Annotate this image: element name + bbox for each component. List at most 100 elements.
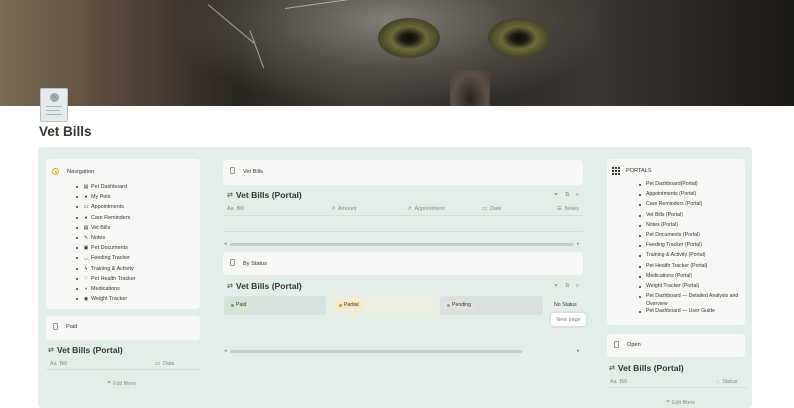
center-db-title[interactable]: ⇄ Vet Bills (Portal): [227, 190, 302, 200]
open-db-title[interactable]: ⇄ Vet Bills (Portal): [609, 363, 684, 373]
health-icon: ♡: [83, 275, 89, 282]
nav-item[interactable]: ♡ Pet Health Tracker: [76, 274, 136, 284]
bullet: [76, 267, 78, 270]
filter-icon[interactable]: ⏷: [554, 192, 558, 199]
portal-item[interactable]: Medications (Portal): [639, 273, 743, 283]
paid-db-title[interactable]: ⇄ Vet Bills (Portal): [48, 345, 123, 355]
column-bill[interactable]: Aa Bill: [610, 379, 627, 385]
portal-item[interactable]: Pet Documents (Portal): [639, 232, 743, 242]
nav-item[interactable]: ● My Pets: [76, 192, 136, 202]
bullet: [639, 285, 641, 288]
portal-item[interactable]: Training & Activity (Portal): [639, 252, 743, 262]
portal-item-label: Notes (Portal): [646, 221, 678, 228]
nav-item-label: Feeding Tracker: [91, 255, 130, 262]
nav-item[interactable]: ▤ Pet Dashboard: [76, 182, 136, 192]
nav-item[interactable]: ▣ Pet Documents: [76, 243, 136, 253]
relation-icon: ↗: [407, 206, 412, 212]
text-property-icon: Aa: [227, 206, 234, 212]
portal-item-label: Training & Activity (Portal): [646, 252, 706, 259]
status-badge: Paid: [227, 301, 251, 309]
portal-item-label: Pet Dashboard(Portal): [646, 181, 698, 187]
pill-icon: ◖: [84, 285, 88, 292]
portal-item-label: Medications (Portal): [646, 272, 693, 279]
nav-item[interactable]: ✎ Notes: [76, 233, 136, 243]
document-icon: [230, 167, 235, 174]
nav-item[interactable]: ◡ Feeding Tracker: [76, 253, 136, 263]
portal-item[interactable]: Pet Dashboard(Portal): [639, 181, 743, 191]
group-paid[interactable]: Paid: [224, 296, 326, 315]
portal-item[interactable]: Vet Bills (Portal): [639, 212, 743, 222]
nav-item-label: Pet Health Tracker: [91, 275, 136, 282]
column-bill[interactable]: Aa Bill: [50, 361, 67, 367]
sort-icon[interactable]: ⇅: [565, 192, 570, 198]
database-link-icon: ⇄: [609, 365, 615, 372]
column-status[interactable]: ◌ Status: [716, 379, 738, 385]
bullet: [76, 196, 78, 199]
bullet: [76, 257, 78, 260]
horizontal-scrollbar[interactable]: [230, 243, 574, 246]
horizontal-scrollbar[interactable]: [230, 350, 522, 353]
nav-item[interactable]: ◉ Weight Tracker: [76, 294, 136, 304]
bullet: [639, 204, 641, 207]
navigation-card: Navigation ▤ Pet Dashboard ● My Pets ▭ Appoin…: [46, 159, 200, 309]
nav-item[interactable]: ϟ Training & Activity: [76, 264, 136, 274]
bullet: [76, 247, 78, 250]
bullet: [639, 224, 641, 227]
column-bill[interactable]: Aa Bill: [227, 206, 244, 212]
nav-item-label: Vet Bills: [91, 224, 111, 231]
group-partial[interactable]: Partial: [332, 296, 435, 315]
text-lines-icon: ☰: [557, 206, 562, 212]
portal-item[interactable]: Notes (Portal): [639, 222, 743, 232]
board-db-title[interactable]: ⇄ Vet Bills (Portal): [227, 281, 302, 291]
database-link-icon: ⇄: [48, 347, 54, 354]
nav-item[interactable]: ◖ Medications: [76, 284, 136, 294]
portal-item[interactable]: Care Reminders (Portal): [639, 201, 743, 211]
nav-item[interactable]: ▭ Appointments: [76, 202, 136, 212]
nav-item-label: Care Reminders: [91, 214, 131, 221]
portal-item[interactable]: Weight Tracker (Portal): [639, 283, 743, 293]
portal-item[interactable]: Feeding Tracker (Portal): [639, 242, 743, 252]
bowl-icon: ◡: [83, 255, 89, 262]
edit-filters-button[interactable]: ⏷ Edit filters: [107, 380, 136, 387]
receipt-icon: ▤: [83, 224, 89, 231]
filter-icon[interactable]: ⏷: [554, 283, 558, 290]
document-icon: ▤: [83, 184, 89, 191]
bell-icon: ♦: [84, 214, 88, 221]
search-icon[interactable]: ⌕: [576, 283, 579, 290]
bullet: [76, 287, 78, 290]
activity-icon: ϟ: [84, 265, 88, 272]
portals-header: PORTALS: [626, 168, 652, 174]
column-date[interactable]: ▭ Date: [155, 361, 174, 367]
scroll-right-icon[interactable]: ▸: [577, 348, 580, 354]
sort-icon[interactable]: ⇅: [565, 283, 570, 289]
receipt-page-icon[interactable]: [40, 88, 68, 122]
portal-item[interactable]: Pet Dashboard — User Guide: [639, 308, 743, 318]
column-amount[interactable]: # Amount: [332, 206, 357, 212]
new-page-button[interactable]: New page: [551, 313, 586, 326]
scroll-left-icon[interactable]: ◂: [224, 241, 227, 247]
edit-filters-button[interactable]: ⏷ Edit filters: [666, 399, 695, 406]
note-icon: ✎: [83, 235, 89, 242]
column-date[interactable]: ▭ Date: [482, 206, 501, 212]
portal-item-label: Care Reminders (Portal): [646, 201, 703, 208]
nav-item[interactable]: ▤ Vet Bills: [76, 223, 136, 233]
nav-item-label: Pet Dashboard: [91, 184, 127, 191]
group-pending[interactable]: Pending: [440, 296, 543, 315]
search-icon[interactable]: ⌕: [576, 192, 579, 199]
portal-item[interactable]: Pet Dashboard — Detailed Analysis and Ov…: [639, 293, 743, 308]
scroll-right-icon[interactable]: ▸: [577, 241, 580, 247]
portal-item[interactable]: Appointments (Portal): [639, 191, 743, 201]
vet-bills-label: Vet Bills: [243, 169, 263, 175]
status-property-icon: ◌: [716, 379, 720, 385]
by-status-label: By Status: [243, 261, 267, 267]
portal-item-label: Vet Bills (Portal): [646, 211, 683, 218]
document-icon: [53, 323, 58, 330]
bullet: [76, 216, 78, 219]
column-notes[interactable]: ☰ Notes: [557, 206, 579, 212]
database-link-icon: ⇄: [227, 192, 233, 199]
scroll-left-icon[interactable]: ◂: [224, 348, 227, 354]
nav-item[interactable]: ♦ Care Reminders: [76, 213, 136, 223]
portal-item[interactable]: Pet Health Tracker (Portal): [639, 263, 743, 273]
column-appointment[interactable]: ↗ Appointment: [407, 206, 445, 212]
filter-icon: ⏷: [666, 399, 671, 405]
